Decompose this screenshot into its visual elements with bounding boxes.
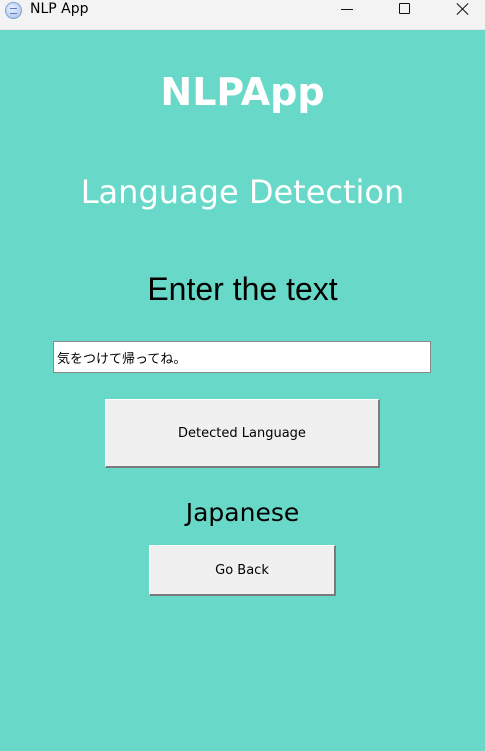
page-subtitle: Language Detection xyxy=(80,173,405,211)
minimize-icon xyxy=(341,9,353,10)
app-icon xyxy=(5,2,22,19)
title-bar[interactable]: NLP App xyxy=(0,0,485,30)
text-input[interactable] xyxy=(53,341,431,373)
window-title: NLP App xyxy=(30,1,89,17)
detect-language-button[interactable]: Detected Language xyxy=(105,399,380,468)
maximize-button[interactable] xyxy=(381,0,427,20)
input-prompt-label: Enter the text xyxy=(147,271,338,307)
app-window: NLP App NLPApp Language Detection Enter … xyxy=(0,0,485,751)
go-back-button[interactable]: Go Back xyxy=(149,545,336,596)
close-icon xyxy=(456,2,469,15)
minimize-button[interactable] xyxy=(324,0,370,20)
app-name-heading: NLPApp xyxy=(160,70,325,114)
maximize-icon xyxy=(399,3,410,14)
detected-language-result: Japanese xyxy=(185,498,300,527)
close-button[interactable] xyxy=(439,0,485,20)
